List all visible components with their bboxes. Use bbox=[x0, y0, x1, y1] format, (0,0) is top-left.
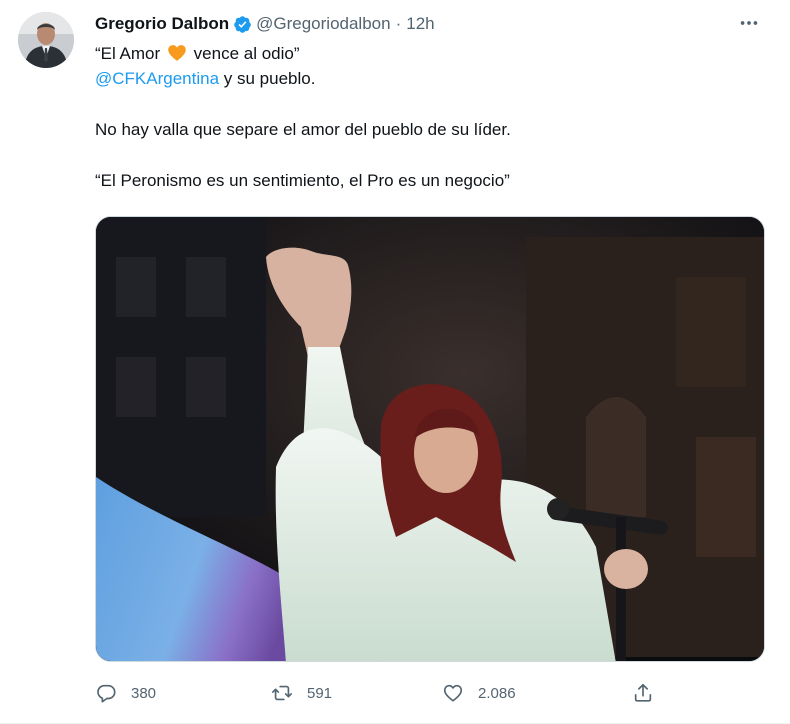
more-options-button[interactable] bbox=[734, 8, 764, 38]
tweet-text: “El Amor vence al odio” @CFKArgentina y … bbox=[95, 41, 765, 193]
text-line-3: No hay valla que separe el amor del pueb… bbox=[95, 120, 511, 139]
display-name[interactable]: Gregorio Dalbon bbox=[95, 14, 229, 34]
avatar[interactable] bbox=[18, 12, 74, 68]
tweet-photo[interactable] bbox=[95, 216, 765, 662]
tweet-card[interactable]: Gregorio Dalbon @Gregoriodalbon · 12h “E… bbox=[0, 0, 790, 724]
tweet-actions: 380 591 2.086 bbox=[95, 676, 665, 710]
text-line-2: @CFKArgentina y su pueblo. bbox=[95, 69, 316, 88]
share-icon bbox=[634, 683, 652, 702]
tweet-header: Gregorio Dalbon @Gregoriodalbon · 12h bbox=[95, 13, 435, 35]
mention-link[interactable]: @CFKArgentina bbox=[95, 69, 219, 88]
avatar-image bbox=[18, 12, 74, 68]
retweet-button[interactable]: 591 bbox=[271, 676, 332, 710]
reply-button[interactable]: 380 bbox=[95, 676, 156, 710]
text-line-1: “El Amor vence al odio” bbox=[95, 43, 300, 63]
orange-heart-icon bbox=[167, 43, 187, 63]
verified-badge-icon bbox=[233, 15, 252, 34]
timestamp[interactable]: 12h bbox=[406, 14, 434, 34]
retweet-icon bbox=[272, 685, 292, 701]
more-dots-icon bbox=[740, 21, 758, 25]
reply-count: 380 bbox=[131, 684, 157, 702]
share-button[interactable] bbox=[632, 676, 668, 710]
separator-dot: · bbox=[395, 14, 402, 33]
reply-icon bbox=[97, 684, 116, 703]
retweet-count: 591 bbox=[307, 684, 333, 702]
text-line-4: “El Peronismo es un sentimiento, el Pro … bbox=[95, 171, 510, 190]
photo-woman-waving bbox=[96, 217, 764, 661]
like-count: 2.086 bbox=[478, 684, 516, 702]
handle[interactable]: @Gregoriodalbon bbox=[256, 14, 390, 34]
like-heart-icon bbox=[443, 684, 463, 702]
like-button[interactable]: 2.086 bbox=[442, 676, 516, 710]
